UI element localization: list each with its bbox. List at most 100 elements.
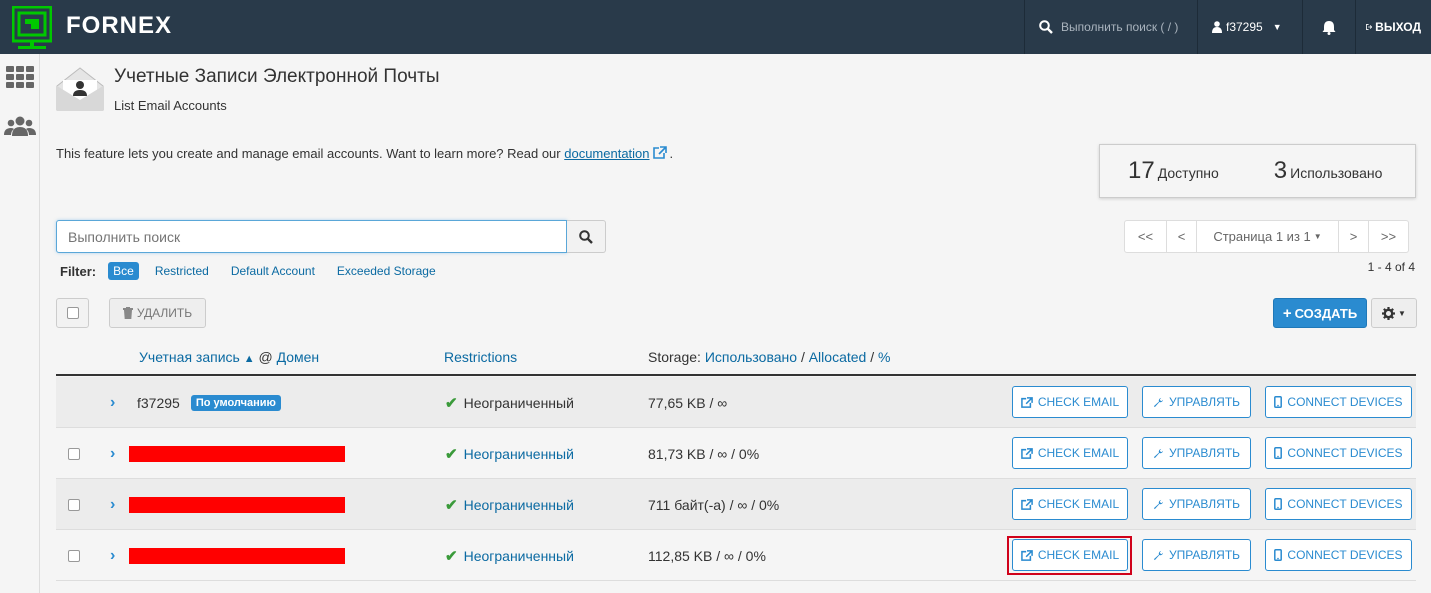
filter-default-account[interactable]: Default Account — [231, 264, 315, 278]
sort-storage-allocated[interactable]: Allocated — [809, 349, 867, 365]
expand-chevron-icon[interactable]: › — [110, 428, 115, 479]
available-count: 17 — [1128, 157, 1155, 184]
select-all-checkbox[interactable] — [56, 298, 89, 328]
filter-restricted[interactable]: Restricted — [155, 264, 209, 278]
logout-button[interactable]: ВЫХОД — [1355, 0, 1431, 54]
search-icon — [1039, 20, 1053, 34]
available-label: Доступно — [1157, 165, 1219, 181]
expand-chevron-icon[interactable]: › — [110, 377, 115, 428]
page-select[interactable]: Страница 1 из 1 ▼ — [1196, 220, 1339, 253]
notifications-button[interactable] — [1302, 0, 1355, 54]
plus-icon: + — [1282, 304, 1292, 322]
connect-devices-button[interactable]: CONNECT DEVICES — [1265, 488, 1412, 520]
connect-devices-button[interactable]: CONNECT DEVICES — [1265, 437, 1412, 469]
first-page-button[interactable]: << — [1124, 220, 1167, 253]
filter-exceeded-storage[interactable]: Exceeded Storage — [337, 264, 436, 278]
connect-devices-label: CONNECT DEVICES — [1287, 395, 1403, 409]
account-cell: f37295 По умолчанию — [137, 377, 281, 428]
manage-label: УПРАВЛЯТЬ — [1168, 548, 1241, 562]
storage-column-header: Storage: Использовано / Allocated / % — [648, 349, 890, 365]
sort-domain[interactable]: Домен — [277, 349, 320, 365]
table-row: › ✔ Неограниченный 112,85 KB / ∞ / 0% CH… — [56, 530, 1416, 581]
wrench-icon — [1153, 550, 1164, 560]
check-icon: ✔ — [445, 445, 458, 463]
top-bar: FORNEX Выполнить поиск ( / ) f37295 ▼ ВЫ… — [0, 0, 1431, 54]
create-button[interactable]: + СОЗДАТЬ — [1273, 298, 1367, 328]
filter-label: Filter: — [60, 263, 97, 279]
create-label: СОЗДАТЬ — [1294, 305, 1358, 321]
caret-down-icon: ▼ — [1272, 22, 1282, 32]
users-icon[interactable] — [4, 110, 36, 142]
user-icon — [1212, 21, 1222, 33]
used-stat: 3 Использовано — [1219, 157, 1383, 185]
account-cell — [129, 479, 345, 530]
search-input[interactable] — [56, 220, 567, 253]
account-search — [56, 220, 606, 253]
settings-dropdown-button[interactable]: ▼ — [1371, 298, 1417, 328]
delete-button[interactable]: УДАЛИТЬ — [109, 298, 206, 328]
row-checkbox[interactable] — [68, 479, 80, 530]
restriction-value: Неограниченный — [463, 394, 574, 411]
restriction-link[interactable]: Неограниченный — [464, 446, 574, 462]
documentation-link[interactable]: documentation — [564, 146, 649, 161]
check-email-button[interactable]: CHECK EMAIL — [1012, 488, 1128, 520]
sort-ascending-icon[interactable]: ▲ — [244, 353, 255, 365]
sort-storage-used[interactable]: Использовано — [705, 349, 797, 365]
checkbox-box — [66, 307, 79, 319]
restrictions-column-header: Restrictions — [444, 349, 517, 365]
manage-button[interactable]: УПРАВЛЯТЬ — [1142, 488, 1251, 520]
row-checkbox[interactable] — [68, 530, 80, 581]
check-email-button[interactable]: CHECK EMAIL — [1012, 437, 1128, 469]
separator: / — [800, 349, 805, 365]
sort-storage-percent[interactable]: % — [878, 349, 890, 365]
restriction-cell: ✔ Неограниченный — [445, 479, 574, 530]
manage-button[interactable]: УПРАВЛЯТЬ — [1142, 437, 1251, 469]
storage-value: 711 байт(-а) / ∞ / 0% — [648, 496, 780, 513]
restriction-link[interactable]: Неограниченный — [464, 548, 574, 564]
connect-devices-label: CONNECT DEVICES — [1287, 548, 1403, 562]
gear-icon — [1382, 306, 1396, 320]
external-link-icon — [1020, 498, 1033, 510]
restriction-cell: ✔ Неограниченный — [445, 530, 574, 581]
sort-account[interactable]: Учетная запись — [139, 349, 240, 365]
next-page-button[interactable]: > — [1338, 220, 1369, 253]
last-page-button[interactable]: >> — [1368, 220, 1409, 253]
check-email-label: CHECK EMAIL — [1037, 446, 1120, 460]
at-sign: @ — [258, 349, 273, 365]
row-checkbox[interactable] — [68, 428, 80, 479]
used-label: Использовано — [1290, 165, 1383, 181]
check-email-label: CHECK EMAIL — [1037, 395, 1120, 409]
restriction-link[interactable]: Неограниченный — [464, 497, 574, 513]
global-search[interactable]: Выполнить поиск ( / ) — [1024, 0, 1197, 54]
expand-chevron-icon[interactable]: › — [110, 530, 115, 581]
connect-devices-label: CONNECT DEVICES — [1287, 497, 1403, 511]
results-range: 1 - 4 of 4 — [1367, 260, 1415, 274]
table-row: › ✔ Неограниченный 81,73 KB / ∞ / 0% CHE… — [56, 428, 1416, 479]
check-icon: ✔ — [445, 496, 458, 514]
highlight-box — [1007, 536, 1132, 575]
wrench-icon — [1153, 499, 1164, 509]
table-header: Учетная запись ▲ @ Домен Restrictions St… — [56, 340, 1416, 376]
external-link-icon[interactable] — [652, 146, 667, 159]
manage-button[interactable]: УПРАВЛЯТЬ — [1142, 386, 1251, 418]
pagination: << < Страница 1 из 1 ▼ > >> — [1124, 220, 1409, 253]
table-row: › f37295 По умолчанию ✔ Неограниченный 7… — [56, 377, 1416, 428]
sort-restrictions[interactable]: Restrictions — [444, 349, 517, 365]
apps-grid-icon[interactable] — [4, 62, 36, 94]
check-email-button[interactable]: CHECK EMAIL — [1012, 386, 1128, 418]
expand-chevron-icon[interactable]: › — [110, 479, 115, 530]
search-button[interactable] — [567, 220, 606, 253]
manage-label: УПРАВЛЯТЬ — [1168, 446, 1241, 460]
user-menu[interactable]: f37295 ▼ — [1197, 0, 1302, 54]
account-stats: 17 Доступно 3 Использовано — [1099, 144, 1416, 198]
account-name: f37295 — [137, 394, 180, 411]
connect-devices-button[interactable]: CONNECT DEVICES — [1265, 386, 1412, 418]
connect-devices-button[interactable]: CONNECT DEVICES — [1265, 539, 1412, 571]
manage-button[interactable]: УПРАВЛЯТЬ — [1142, 539, 1251, 571]
filter-all[interactable]: Все — [108, 262, 139, 280]
connect-devices-label: CONNECT DEVICES — [1287, 446, 1403, 460]
used-count: 3 — [1273, 157, 1288, 184]
brand-name[interactable]: FORNEX — [66, 12, 172, 40]
fornex-logo-icon[interactable] — [11, 5, 53, 50]
prev-page-button[interactable]: < — [1166, 220, 1197, 253]
